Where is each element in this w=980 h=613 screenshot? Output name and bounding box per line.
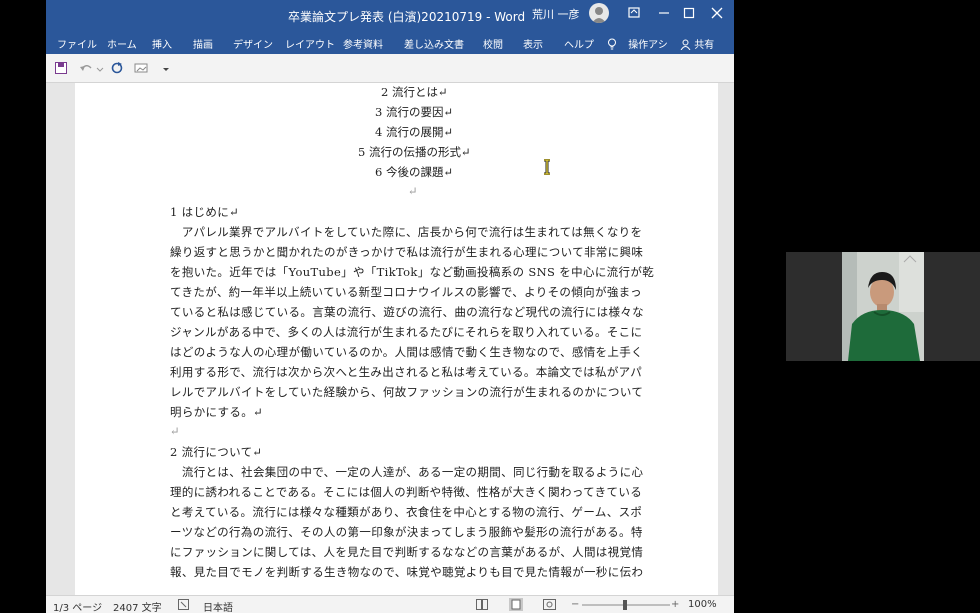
webcam-preview xyxy=(786,252,980,361)
body-line: ーツなどの行為の流行、その人の第一印象が決まってしまう服飾や髪形の流行がある。特 xyxy=(170,525,643,539)
tab-home[interactable]: ホーム xyxy=(107,36,137,51)
tab-review[interactable]: 校閲 xyxy=(483,36,503,51)
print-layout-icon[interactable] xyxy=(509,598,523,611)
close-button[interactable] xyxy=(707,4,727,22)
ribbon-tabs: ファイル ホーム 挿入 描画 デザイン レイアウト 参考資料 差し込み文書 校閲… xyxy=(46,33,734,54)
tell-me-label: 操作アシ xyxy=(628,40,668,51)
tab-design[interactable]: デザイン xyxy=(233,36,273,51)
maximize-button[interactable] xyxy=(679,4,699,22)
tab-view[interactable]: 表示 xyxy=(523,36,543,51)
maximize-icon xyxy=(683,7,695,19)
tab-file[interactable]: ファイル xyxy=(57,36,97,51)
tell-me-search[interactable]: 操作アシ xyxy=(607,36,668,51)
user-name[interactable]: 荒川 一彦 xyxy=(532,6,580,22)
body-line: 報、見た目でモノを判断する生き物なので、味覚や聴覚よりも目で見た情報が一秒に伝わ xyxy=(170,565,644,579)
body-line: 明らかにする。↵ xyxy=(170,405,264,419)
body-line: 繰り返すと思うかと聞かれたのがきっかけで私は流行が生まれる心理について非常に興味 xyxy=(170,245,644,259)
close-icon xyxy=(711,7,723,19)
toc-item: 3 流行の要因↵ xyxy=(375,105,454,119)
tab-help[interactable]: ヘルプ xyxy=(564,36,594,51)
body-line: と考えている。流行には様々な種類があり、衣食住を中心とする物の流行、ゲーム、スポ xyxy=(170,505,643,519)
page-count[interactable]: 1/3 ページ xyxy=(53,599,102,613)
zoom-out-button[interactable]: − xyxy=(571,599,579,610)
body-line: 理的に誘われることである。そこには個人の判断や特徴、性格が大きく関わってきている xyxy=(170,485,643,499)
tab-layout[interactable]: レイアウト xyxy=(285,36,335,51)
body-line: 利用する形で、流行は次から次へと生み出されると私は考えている。本論文では私がアパ xyxy=(170,365,643,379)
proofing-icon[interactable] xyxy=(178,599,189,610)
body-line: てきたが、約一年半以上続いている新型コロナウイルスの影響で、よりその傾向が強まっ xyxy=(170,285,642,299)
body-line: アパレル業界でアルバイトをしていた際に、店長から何で流行は生まれては無くなりを xyxy=(170,225,643,239)
body-line: にファッションに関しては、人を見た目で判断するななどの言葉があるが、人間は視覚情 xyxy=(170,545,644,559)
customize-toolbar-chevron-down-icon[interactable] xyxy=(162,60,170,76)
word-window: 卒業論文プレ発表 (白濱)20210719 - Word 荒川 一彦 ファイル … xyxy=(46,0,734,613)
webcam-person-image xyxy=(842,252,924,361)
quick-access-toolbar xyxy=(46,54,734,83)
document-page[interactable]: 2 流行とは↵ 3 流行の要因↵ 4 流行の展開↵ 5 流行の伝播の形式↵ 6 … xyxy=(75,83,718,595)
undo-dropdown-chevron-down-icon[interactable] xyxy=(96,60,104,76)
section-heading: 2 流行について↵ xyxy=(170,445,263,459)
text-cursor-icon xyxy=(544,159,550,175)
share-label: 共有 xyxy=(694,40,715,51)
body-line: レルでアルバイトをしていた経験から、何故ファッションの流行が生まれるのかについて xyxy=(170,385,644,399)
read-mode-icon[interactable] xyxy=(476,599,488,610)
web-layout-icon[interactable] xyxy=(543,599,556,610)
word-count[interactable]: 2407 文字 xyxy=(113,599,162,613)
ribbon-display-icon xyxy=(628,7,640,18)
section-heading: 1 はじめに↵ xyxy=(170,205,240,219)
zoom-in-button[interactable]: + xyxy=(671,599,679,610)
zoom-level[interactable]: 100% xyxy=(688,599,717,610)
paragraph-mark: ↵ xyxy=(408,184,418,198)
toc-item: 5 流行の伝播の形式↵ xyxy=(358,145,471,159)
redo-icon[interactable] xyxy=(110,60,124,76)
tab-mailings[interactable]: 差し込み文書 xyxy=(404,36,464,51)
zoom-slider[interactable] xyxy=(582,599,670,611)
tab-draw[interactable]: 描画 xyxy=(193,36,213,51)
toc-item: 2 流行とは↵ xyxy=(381,85,448,99)
window-title: 卒業論文プレ発表 (白濱)20210719 - Word xyxy=(288,10,526,24)
tab-insert[interactable]: 挿入 xyxy=(152,36,172,51)
avatar[interactable] xyxy=(589,3,609,23)
minimize-icon xyxy=(659,12,669,14)
tab-references[interactable]: 参考資料 xyxy=(343,36,383,51)
toc-item: 6 今後の課題↵ xyxy=(375,165,454,179)
user-avatar-icon xyxy=(592,7,606,23)
save-icon[interactable] xyxy=(55,60,67,76)
document-area: 2 流行とは↵ 3 流行の要因↵ 4 流行の展開↵ 5 流行の伝播の形式↵ 6 … xyxy=(46,83,734,595)
body-line: ていると私は感じている。言葉の流行、遊びの流行、曲の流行など現代の流行には様々な xyxy=(170,305,644,319)
print-preview-icon[interactable] xyxy=(134,60,148,76)
person-icon xyxy=(680,39,691,51)
undo-icon[interactable] xyxy=(79,60,93,76)
body-line: 流行とは、社会集団の中で、一定の人達が、ある一定の期間、同じ行動を取るように心 xyxy=(170,465,644,479)
webcam-video xyxy=(842,252,924,361)
toc-item: 4 流行の展開↵ xyxy=(375,125,454,139)
paragraph-mark: ↵ xyxy=(170,424,180,438)
body-line: ジャンルがある中で、多くの人は流行が生まれるたびにそれらを取り入れている。そこに xyxy=(170,325,643,339)
status-bar: 1/3 ページ 2407 文字 日本語 − + 100% xyxy=(46,595,734,613)
title-bar: 卒業論文プレ発表 (白濱)20210719 - Word 荒川 一彦 xyxy=(46,0,734,33)
body-line: を抱いた。近年では「YouTube」や「TikTok」など動画投稿系の SNS … xyxy=(170,265,655,279)
share-button[interactable]: 共有 xyxy=(680,36,714,51)
language-indicator[interactable]: 日本語 xyxy=(203,599,233,613)
lightbulb-icon xyxy=(608,38,616,50)
body-line: はどのような人の心理が働いているのか。人間は感情で動く生き物なので、感情を上手く xyxy=(170,345,643,359)
minimize-button[interactable] xyxy=(654,4,674,22)
ribbon-display-options-button[interactable] xyxy=(624,4,644,22)
